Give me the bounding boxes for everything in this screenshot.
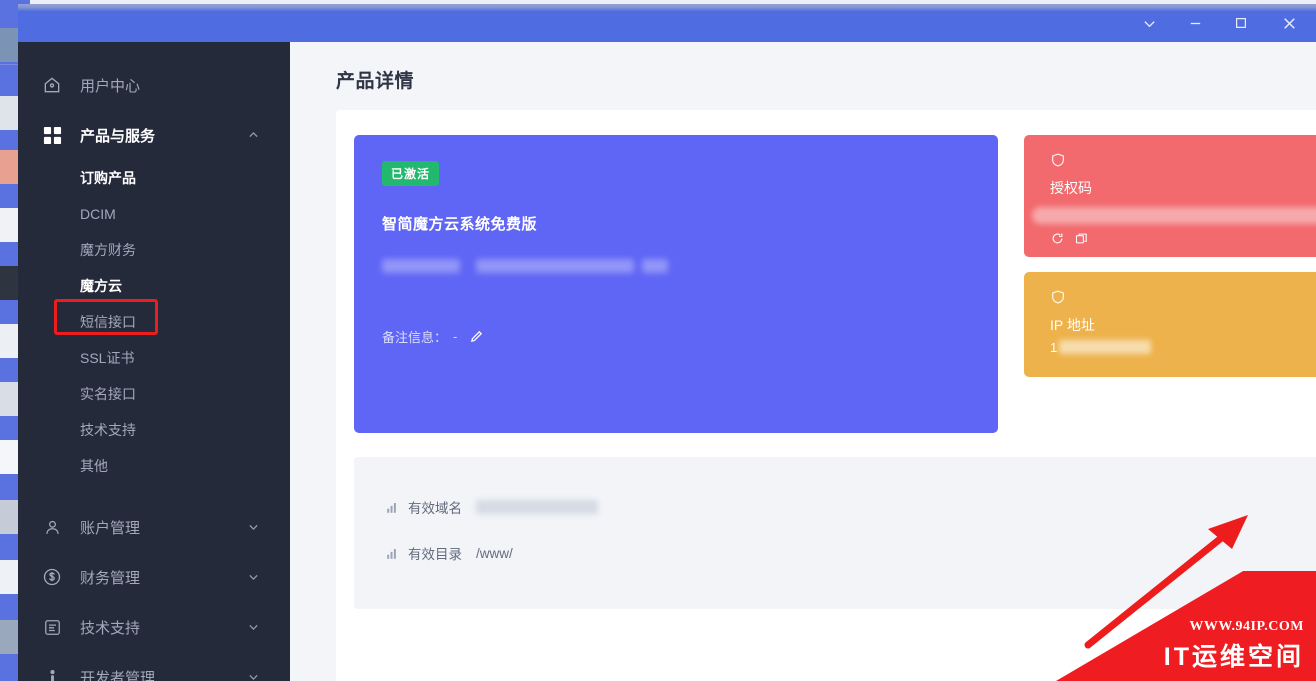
sidebar-item-other[interactable]: 其他 (18, 448, 290, 484)
sidebar-subitem-label: 短信接口 (80, 314, 136, 330)
license-meta-block: 有效域名 有效目录 /www/ (354, 457, 1316, 609)
card-actions (1050, 231, 1089, 251)
product-name: 智简魔方云系统免费版 (382, 216, 538, 233)
sidebar-subitem-label: 实名接口 (80, 386, 136, 402)
sidebar-item-mofang-finance[interactable]: 魔方财务 (18, 232, 290, 268)
person-icon (40, 665, 64, 681)
sidebar-item-developer-management[interactable]: 开发者管理 (18, 652, 290, 681)
sidebar-nav-top: 用户中心 产品与服务 订购产品 DCIM 魔方财务 魔方云 短信接口 SSL证书… (18, 42, 290, 681)
sidebar-subitem-label: 技术支持 (80, 422, 136, 438)
sidebar-item-finance-management[interactable]: 财务管理 (18, 552, 290, 602)
chart-icon (386, 501, 399, 514)
note-label: 备注信息： (382, 330, 448, 345)
sidebar-subitem-label: DCIM (80, 206, 116, 222)
meta-row: 有效域名 (386, 497, 598, 517)
dollar-icon (40, 565, 64, 589)
chevron-down-icon[interactable] (247, 621, 260, 634)
sidebar-item-label: 财务管理 (80, 569, 141, 587)
sidebar-subitem-label: 订购产品 (80, 170, 136, 186)
close-icon[interactable] (1264, 4, 1314, 42)
pencil-icon[interactable] (469, 329, 484, 344)
card-label: IP 地址 (1050, 317, 1095, 333)
sidebar-item-user-center[interactable]: 用户中心 (18, 60, 290, 110)
sidebar-item-order-product[interactable]: 订购产品 (18, 160, 290, 196)
sidebar-subitem-label: SSL证书 (80, 350, 135, 366)
shield-icon (1050, 289, 1066, 305)
masked-text-block (642, 259, 668, 273)
masked-text-block (476, 259, 634, 273)
window-controls (1126, 4, 1316, 42)
meta-row: 有效目录 /www/ (386, 543, 513, 563)
screen-root: 用户中心 产品与服务 订购产品 DCIM 魔方财务 魔方云 短信接口 SSL证书… (0, 0, 1316, 681)
sidebar-item-tech-support[interactable]: 技术支持 (18, 602, 290, 652)
sidebar-item-mofang-cloud[interactable]: 魔方云 (18, 268, 290, 304)
authorization-code-card: 授权码 (1024, 135, 1316, 257)
sidebar-item-label: 账户管理 (80, 519, 141, 537)
titlebar (18, 4, 1316, 42)
masked-value (476, 500, 598, 514)
sidebar-item-sms-api[interactable]: 短信接口 (18, 304, 290, 340)
sidebar-item-dcim[interactable]: DCIM (18, 196, 290, 232)
page-title: 产品详情 (336, 71, 415, 92)
chevron-down-icon[interactable] (247, 571, 260, 584)
sidebar-item-realname-api[interactable]: 实名接口 (18, 376, 290, 412)
home-icon (40, 73, 64, 97)
card-label: 授权码 (1050, 180, 1092, 196)
copy-icon[interactable] (1074, 231, 1089, 251)
sidebar-item-ssl-cert[interactable]: SSL证书 (18, 340, 290, 376)
ip-value-row: 1 (1050, 340, 1152, 355)
grid-icon (40, 123, 64, 147)
minimize-icon[interactable] (1172, 4, 1218, 42)
meta-label: 有效域名 (408, 501, 462, 516)
sidebar-item-tech-support-sub[interactable]: 技术支持 (18, 412, 290, 448)
sidebar-item-label: 产品与服务 (80, 127, 156, 145)
document-icon (40, 615, 64, 639)
sidebar-subitem-label: 魔方云 (80, 278, 122, 294)
ip-address-card: IP 地址 1 (1024, 272, 1316, 377)
titlebar-top-edge (18, 4, 1316, 11)
refresh-icon[interactable] (1050, 231, 1065, 251)
content-area: 产品详情 已激活 智简魔方云系统免费版 备注信息： - 授权码 IP 地址 1 … (290, 42, 1316, 681)
product-detail-panel: 已激活 智简魔方云系统免费版 备注信息： - 授权码 IP 地址 1 有效域名 … (336, 110, 1316, 681)
sidebar-subitem-label: 其他 (80, 458, 108, 474)
sidebar-item-label: 开发者管理 (80, 669, 156, 681)
maximize-icon[interactable] (1218, 4, 1264, 42)
user-icon (40, 515, 64, 539)
meta-value: /www/ (476, 545, 513, 561)
sidebar-item-label: 用户中心 (80, 77, 141, 95)
note-value: - (453, 329, 458, 344)
note-row: 备注信息： - (382, 327, 484, 346)
sidebar: 用户中心 产品与服务 订购产品 DCIM 魔方财务 魔方云 短信接口 SSL证书… (18, 42, 290, 681)
ip-value-prefix: 1 (1050, 340, 1058, 355)
chevron-up-icon[interactable] (247, 129, 260, 142)
sidebar-subitem-label: 魔方财务 (80, 242, 136, 258)
chart-icon (386, 547, 399, 560)
status-badge: 已激活 (382, 161, 440, 186)
masked-value (1059, 340, 1152, 354)
sidebar-item-products-services[interactable]: 产品与服务 (18, 110, 290, 160)
masked-value (1032, 207, 1316, 224)
chevron-down-icon[interactable] (1126, 4, 1172, 42)
masked-text-block (382, 259, 460, 273)
chevron-down-icon[interactable] (247, 521, 260, 534)
shield-icon (1050, 152, 1066, 168)
sidebar-item-label: 技术支持 (80, 619, 141, 637)
sidebar-item-account-management[interactable]: 账户管理 (18, 502, 290, 552)
meta-label: 有效目录 (408, 547, 462, 562)
product-hero-card: 已激活 智简魔方云系统免费版 备注信息： - (354, 135, 998, 433)
application-window: 用户中心 产品与服务 订购产品 DCIM 魔方财务 魔方云 短信接口 SSL证书… (18, 4, 1316, 681)
chevron-down-icon[interactable] (247, 671, 260, 681)
